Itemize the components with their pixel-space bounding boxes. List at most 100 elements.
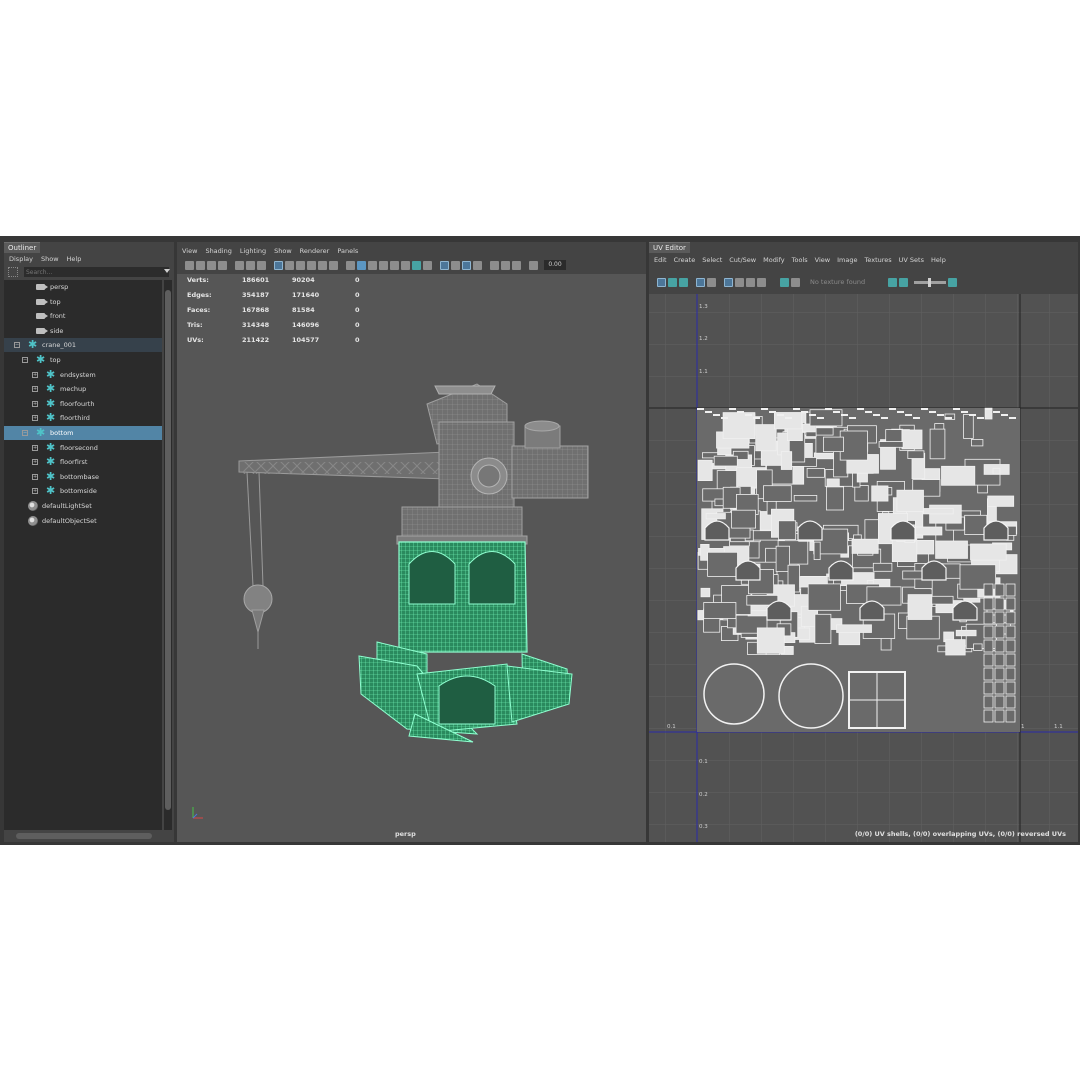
film-gate-icon[interactable] (246, 260, 255, 270)
menu-display[interactable]: Display (9, 255, 33, 263)
outliner-vertical-scrollbar[interactable] (164, 280, 172, 830)
menu-select[interactable]: Select (702, 256, 722, 264)
menu-lighting[interactable]: Lighting (240, 247, 266, 255)
expand-icon[interactable]: + (32, 386, 38, 393)
two-sided-lighting-icon[interactable] (501, 260, 510, 270)
expand-icon[interactable]: + (32, 371, 38, 378)
expand-icon[interactable]: + (32, 444, 38, 451)
menu-shading[interactable]: Shading (205, 247, 231, 255)
menu-help[interactable]: Help (931, 256, 946, 264)
outliner-item[interactable]: + ✱ floorfirst (4, 455, 162, 469)
uv-grid-area[interactable]: 1.3 1.2 1.1 0.1 0.2 0.3 0.1 1 1.1 (0/0) UV shell… (649, 294, 1078, 842)
xray-components-icon[interactable] (473, 260, 482, 270)
outliner-item[interactable]: + ✱ floorfourth (4, 397, 162, 411)
xray-icon[interactable] (451, 260, 460, 270)
filter-icon[interactable] (8, 267, 18, 277)
gamma-icon[interactable] (529, 260, 538, 270)
lock-camera-icon[interactable] (235, 260, 244, 270)
menu-panels[interactable]: Panels (337, 247, 358, 255)
outliner-item[interactable]: front (4, 309, 162, 323)
menu-uv-sets[interactable]: UV Sets (899, 256, 924, 264)
uv-shaded-icon[interactable] (668, 277, 677, 287)
menu-show[interactable]: Show (274, 247, 292, 255)
outliner-item[interactable]: defaultLightSet (4, 499, 162, 513)
outliner-item[interactable]: − ✱ crane_001 (4, 338, 162, 353)
textured-icon[interactable] (379, 260, 388, 270)
checker-pattern-icon[interactable] (791, 277, 800, 287)
expand-icon[interactable]: + (32, 459, 38, 466)
xray-joints-icon[interactable] (462, 260, 471, 270)
uv-snapshot-icon[interactable] (757, 277, 766, 287)
expand-icon[interactable]: + (32, 415, 38, 422)
3d-viewport[interactable]: Verts: 186601 90204 0 Edges: 354187 171640 0 Fac… (177, 274, 646, 842)
menu-create[interactable]: Create (674, 256, 696, 264)
collapse-icon[interactable]: − (22, 430, 28, 436)
wireframe-icon[interactable] (346, 260, 355, 270)
image-plane-icon[interactable] (218, 260, 227, 270)
uv-editor-tab[interactable]: UV Editor (649, 242, 690, 253)
uv-grid-icon[interactable] (657, 277, 666, 287)
exposure-icon[interactable] (948, 277, 957, 287)
image-display-icon[interactable] (780, 277, 789, 287)
shadows-icon[interactable] (401, 260, 410, 270)
camera-view-icon[interactable] (490, 260, 499, 270)
outliner-item[interactable]: + ✱ floorsecond (4, 441, 162, 455)
uv-checker-icon[interactable] (707, 277, 716, 287)
outliner-item[interactable]: − ✱ top (4, 353, 162, 367)
grid-icon[interactable] (274, 260, 283, 270)
outliner-item[interactable]: defaultObjectSet (4, 514, 162, 528)
menu-image[interactable]: Image (837, 256, 857, 264)
lights-icon[interactable] (390, 260, 399, 270)
menu-modify[interactable]: Modify (763, 256, 785, 264)
expand-icon[interactable]: + (32, 400, 38, 407)
menu-tools[interactable]: Tools (792, 256, 808, 264)
bookmark-icon[interactable] (207, 260, 216, 270)
outliner-item[interactable]: side (4, 324, 162, 338)
gate-mask-icon[interactable] (285, 260, 294, 270)
menu-show[interactable]: Show (41, 255, 59, 263)
scrollbar-thumb[interactable] (165, 290, 171, 810)
menu-textures[interactable]: Textures (864, 256, 891, 264)
texture-tiles-icon[interactable] (888, 277, 897, 287)
menu-view[interactable]: View (182, 247, 197, 255)
uv-distortion-icon[interactable] (679, 277, 688, 287)
outliner-item[interactable]: top (4, 295, 162, 309)
menu-view[interactable]: View (815, 256, 830, 264)
chevron-down-icon[interactable] (164, 269, 170, 273)
menu-edit[interactable]: Edit (654, 256, 667, 264)
resolution-gate-icon[interactable] (257, 260, 266, 270)
camera-select-icon[interactable] (185, 260, 194, 270)
outliner-item[interactable]: + ✱ mechup (4, 382, 162, 396)
scrollbar-thumb[interactable] (16, 833, 152, 839)
outliner-item[interactable]: + ✱ floorthird (4, 411, 162, 425)
uv-snap-icon[interactable] (724, 277, 733, 287)
menu-help[interactable]: Help (67, 255, 82, 263)
wireframe-on-shaded-icon[interactable] (368, 260, 377, 270)
collapse-icon[interactable]: − (14, 342, 20, 349)
motion-blur-icon[interactable] (423, 260, 432, 270)
menu-cut-sew[interactable]: Cut/Sew (729, 256, 756, 264)
collapse-icon[interactable]: − (22, 357, 28, 363)
outliner-item[interactable]: + ✱ bottomside (4, 484, 162, 498)
brightness-slider[interactable] (914, 277, 946, 287)
field-chart-icon[interactable] (296, 260, 305, 270)
expand-icon[interactable]: + (32, 488, 38, 495)
outliner-item[interactable]: persp (4, 280, 162, 294)
isolate-select-icon[interactable] (440, 260, 449, 270)
camera-attributes-icon[interactable] (196, 260, 205, 270)
uv-isolate-icon[interactable] (735, 277, 744, 287)
uv-dim-icon[interactable] (746, 277, 755, 287)
outliner-item[interactable]: − ✱ bottom (4, 426, 162, 440)
ambient-occlusion-icon[interactable] (412, 260, 421, 270)
outliner-horizontal-scrollbar[interactable] (6, 832, 162, 840)
image-ratio-icon[interactable] (899, 277, 908, 287)
uv-border-icon[interactable] (696, 277, 705, 287)
expand-icon[interactable]: + (32, 473, 38, 480)
safe-action-icon[interactable] (307, 260, 316, 270)
outliner-tab[interactable]: Outliner (4, 242, 41, 253)
crane-model[interactable] (177, 274, 646, 842)
film-origin-icon[interactable] (329, 260, 338, 270)
outliner-item[interactable]: + ✱ bottombase (4, 470, 162, 484)
outliner-item[interactable]: + ✱ endsystem (4, 368, 162, 382)
safe-title-icon[interactable] (318, 260, 327, 270)
